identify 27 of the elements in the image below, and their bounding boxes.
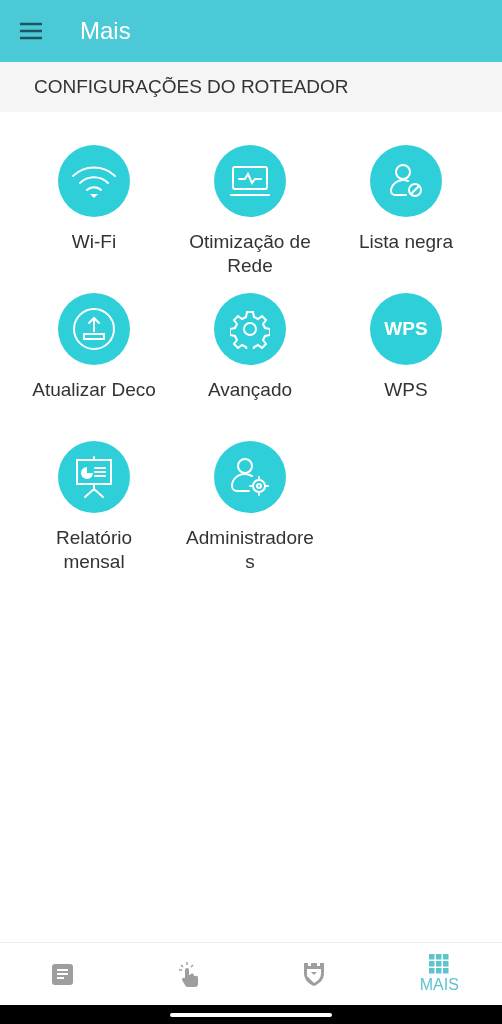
- menu-button[interactable]: [20, 22, 42, 40]
- feature-label: Wi-Fi: [71, 230, 117, 254]
- user-settings-icon: [230, 457, 270, 497]
- feature-label: Avançado: [207, 378, 293, 402]
- wifi-icon: [71, 164, 117, 198]
- monitor-icon: [229, 165, 271, 197]
- feature-label: WPS: [384, 378, 428, 402]
- section-title: CONFIGURAÇÕES DO ROTEADOR: [34, 76, 349, 98]
- upload-icon: [72, 307, 116, 351]
- home-indicator[interactable]: [170, 1012, 332, 1017]
- nav-tab[interactable]: MAIS: [376, 943, 502, 1005]
- feature-button[interactable]: WPS: [370, 293, 442, 365]
- settings-icon: [230, 309, 270, 349]
- menu-icon: [20, 22, 42, 40]
- feature-label: Lista negra: [359, 230, 453, 254]
- document-icon: [52, 963, 74, 985]
- hand-tap-icon: [177, 961, 200, 987]
- grid-icon: [429, 954, 450, 974]
- user-block-icon: [389, 163, 423, 199]
- presentation-board-icon: [73, 456, 115, 498]
- page-title: Mais: [80, 17, 131, 45]
- feature-label: Otimização de Rede: [188, 230, 312, 278]
- wps-label: WPS: [384, 318, 428, 340]
- feature-label: Relatório mensal: [54, 526, 133, 574]
- shield-icon: [302, 962, 325, 986]
- feature-label: Administradores: [185, 526, 315, 574]
- feature-label: Atualizar Deco: [32, 378, 156, 402]
